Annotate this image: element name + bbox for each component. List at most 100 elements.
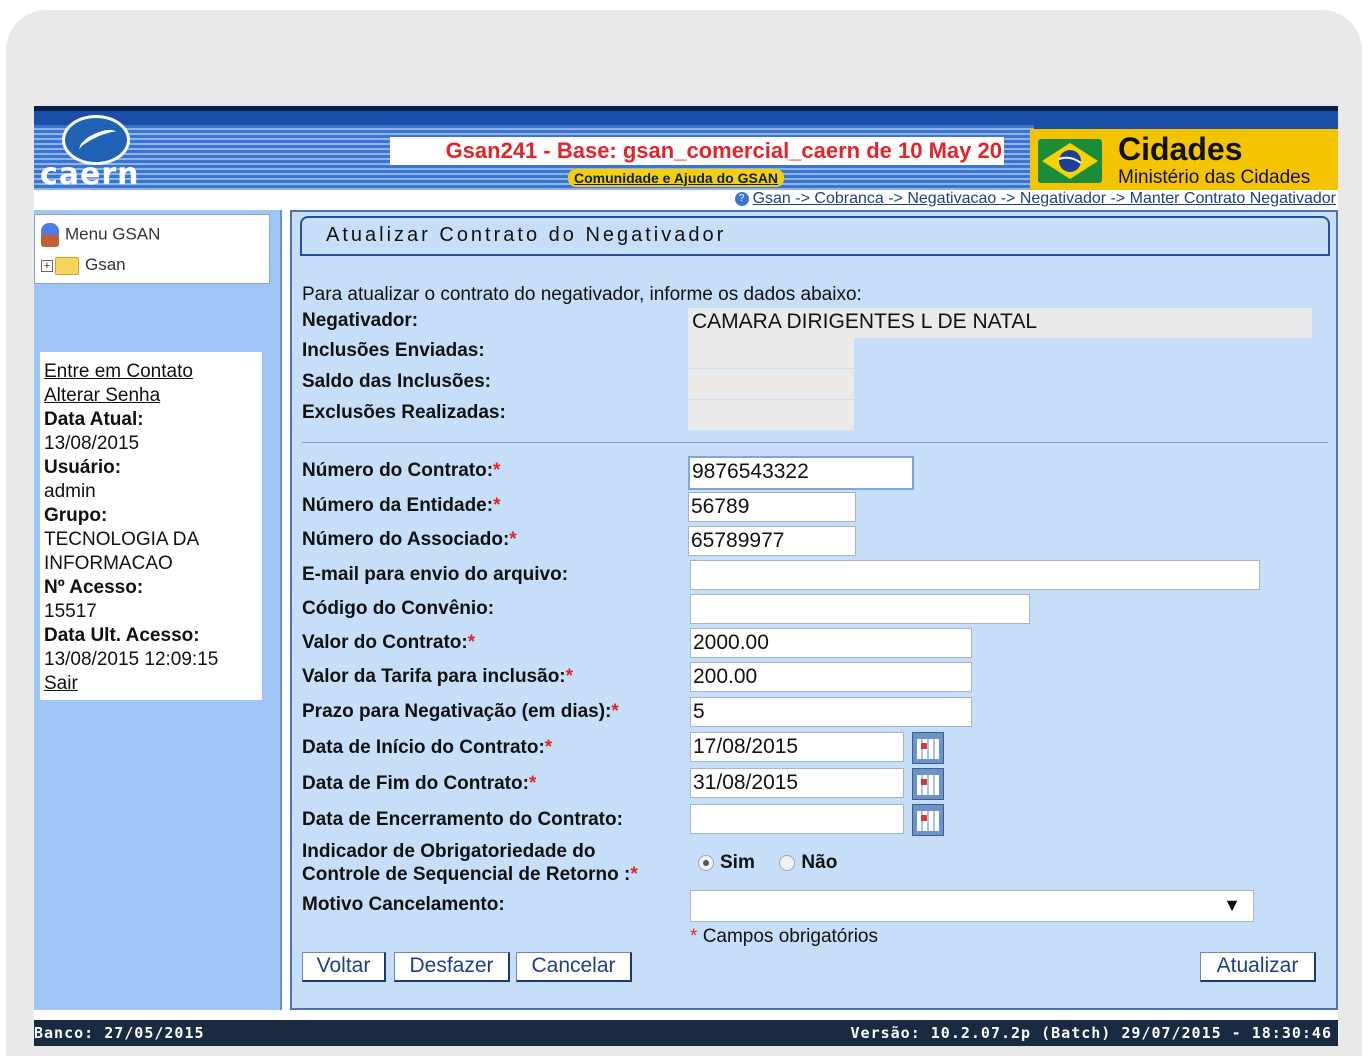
indicador-label-line2: Controle de Sequencial de Retorno : [302, 864, 631, 885]
indicador-label: Indicador de Obrigatoriedade do Controle… [302, 840, 638, 886]
page-title: Atualizar Contrato do Negativador [300, 216, 1330, 256]
num-entidade-label-text: Número da Entidade: [302, 495, 494, 516]
required-mark: * [630, 864, 638, 885]
exclusoes-value [688, 400, 854, 430]
cancelar-button[interactable]: Cancelar [516, 952, 632, 982]
atualizar-button[interactable]: Atualizar [1200, 952, 1316, 982]
radio-nao[interactable] [779, 854, 796, 871]
help-icon[interactable]: ? [734, 191, 749, 206]
saldo-value [688, 369, 854, 399]
current-date-label: Data Atual: [44, 409, 144, 430]
required-note: * Campos obrigatórios [690, 926, 878, 948]
valor-contrato-label-text: Valor do Contrato: [302, 632, 468, 653]
sidebar: Menu GSAN + Gsan Entre em Contato Alterar… [34, 210, 282, 1010]
data-encerramento-input[interactable] [690, 804, 904, 834]
dropdown-arrow-icon[interactable]: ▼ [1223, 895, 1241, 916]
convenio-input[interactable] [690, 594, 1030, 624]
user-info-panel: Entre em Contato Alterar Senha Data Atua… [40, 352, 262, 700]
group-label: Grupo: [44, 505, 108, 526]
radio-sim-label[interactable]: Sim [720, 852, 755, 873]
valor-tarifa-label-text: Valor da Tarifa para inclusão: [302, 666, 566, 687]
calendar-icon[interactable] [912, 732, 944, 764]
data-inicio-label-text: Data de Início do Contrato: [302, 737, 545, 758]
num-entidade-label: Número da Entidade:* [302, 495, 500, 517]
num-contrato-input[interactable]: 9876543322 [688, 456, 914, 490]
prazo-label-text: Prazo para Negativação (em dias): [302, 701, 612, 722]
form-intro: Para atualizar o contrato do negativador… [302, 284, 862, 305]
logout-link[interactable]: Sair [44, 672, 258, 696]
menu-gsan-header[interactable]: Menu GSAN [41, 223, 160, 247]
radio-sim[interactable] [698, 854, 714, 871]
indicador-radio-group: Sim Não [698, 852, 837, 874]
ministry-subtitle: Ministério das Cidades [1118, 167, 1311, 188]
last-access-label: Data Ult. Acesso: [44, 625, 200, 646]
expand-plus-icon[interactable]: + [41, 259, 53, 272]
negativador-value: CAMARA DIRIGENTES L DE NATAL [692, 310, 1038, 333]
radio-nao-label[interactable]: Não [801, 852, 837, 873]
indicador-label-line1: Indicador de Obrigatoriedade do [302, 841, 596, 862]
tree-item-gsan-label[interactable]: Gsan [85, 255, 126, 274]
calendar-icon[interactable] [912, 804, 944, 836]
user-icon [41, 223, 59, 247]
negativador-label: Negativador: [302, 310, 419, 331]
data-fim-input[interactable]: 31/08/2015 [690, 768, 904, 798]
exclusoes-label: Exclusões Realizadas: [302, 402, 506, 423]
desfazer-button[interactable]: Desfazer [394, 952, 510, 982]
email-input[interactable] [690, 560, 1260, 590]
voltar-button[interactable]: Voltar [302, 952, 386, 982]
help-community-link[interactable]: Comunidade e Ajuda do GSAN [568, 169, 785, 187]
num-contrato-label: Número do Contrato:* [302, 460, 500, 482]
form-divider [302, 442, 1328, 443]
brazil-flag-icon [1038, 139, 1102, 183]
prazo-input[interactable]: 5 [690, 697, 972, 727]
menu-tree: Menu GSAN + Gsan [34, 214, 270, 284]
tree-item-gsan[interactable]: + Gsan [41, 255, 126, 275]
required-mark: * [528, 773, 537, 794]
breadcrumb[interactable]: ? Gsan -> Cobranca -> Negativacao -> Nega… [734, 190, 1336, 208]
data-inicio-label: Data de Início do Contrato:* [302, 737, 552, 759]
last-access-value: 13/08/2015 12:09:15 [44, 649, 219, 670]
valor-tarifa-input[interactable]: 200.00 [690, 662, 972, 692]
folder-icon [55, 256, 79, 275]
inclusoes-value [688, 338, 854, 368]
saldo-label: Saldo das Inclusões: [302, 371, 491, 392]
database-date: Banco: 27/05/2015 [34, 1024, 205, 1042]
num-contrato-label-text: Número do Contrato: [302, 460, 494, 481]
required-mark: * [509, 529, 517, 550]
access-number-label: Nº Acesso: [44, 577, 144, 598]
email-label: E-mail para envio do arquivo: [302, 564, 569, 585]
calendar-icon[interactable] [912, 768, 944, 800]
valor-contrato-label: Valor do Contrato:* [302, 632, 475, 654]
contact-link[interactable]: Entre em Contato [44, 360, 258, 384]
inclusoes-label: Inclusões Enviadas: [302, 340, 485, 361]
num-associado-label-text: Número do Associado: [302, 529, 510, 550]
num-associado-label: Número do Associado:* [302, 529, 517, 551]
required-mark: * [611, 701, 619, 722]
motivo-select[interactable]: ▼ [690, 890, 1254, 922]
convenio-label: Código do Convênio: [302, 598, 495, 619]
version-info: Versão: 10.2.07.2p (Batch) 29/07/2015 - … [850, 1024, 1332, 1042]
required-note-text: Campos obrigatórios [702, 926, 878, 947]
required-mark: * [493, 460, 501, 481]
breadcrumb-path[interactable]: Gsan -> Cobranca -> Negativacao -> Negat… [753, 190, 1336, 207]
ministry-logo: Cidades Ministério das Cidades [1030, 129, 1338, 190]
negativador-value-box: CAMARA DIRIGENTES L DE NATAL [688, 308, 1312, 338]
valor-tarifa-label: Valor da Tarifa para inclusão:* [302, 666, 573, 688]
data-inicio-input[interactable]: 17/08/2015 [690, 732, 904, 762]
required-mark: * [467, 632, 476, 653]
data-fim-label-text: Data de Fim do Contrato: [302, 773, 529, 794]
valor-contrato-input[interactable]: 2000.00 [690, 628, 972, 658]
num-entidade-input[interactable]: 56789 [688, 492, 856, 522]
system-title: Gsan241 - Base: gsan_comercial_caern de … [390, 137, 1004, 165]
num-associado-input[interactable]: 65789977 [688, 526, 856, 556]
menu-gsan-label[interactable]: Menu GSAN [65, 224, 160, 243]
ministry-title: Cidades [1118, 131, 1243, 167]
user-value: admin [44, 481, 96, 502]
user-label: Usuário: [44, 457, 122, 478]
status-bar: Banco: 27/05/2015 Versão: 10.2.07.2p (Ba… [34, 1020, 1338, 1046]
data-encerramento-label: Data de Encerramento do Contrato: [302, 809, 623, 830]
required-mark: * [493, 495, 501, 516]
group-value: TECNOLOGIA DA INFORMACAO [44, 529, 199, 574]
change-password-link[interactable]: Alterar Senha [44, 384, 258, 408]
data-fim-label: Data de Fim do Contrato:* [302, 773, 536, 795]
